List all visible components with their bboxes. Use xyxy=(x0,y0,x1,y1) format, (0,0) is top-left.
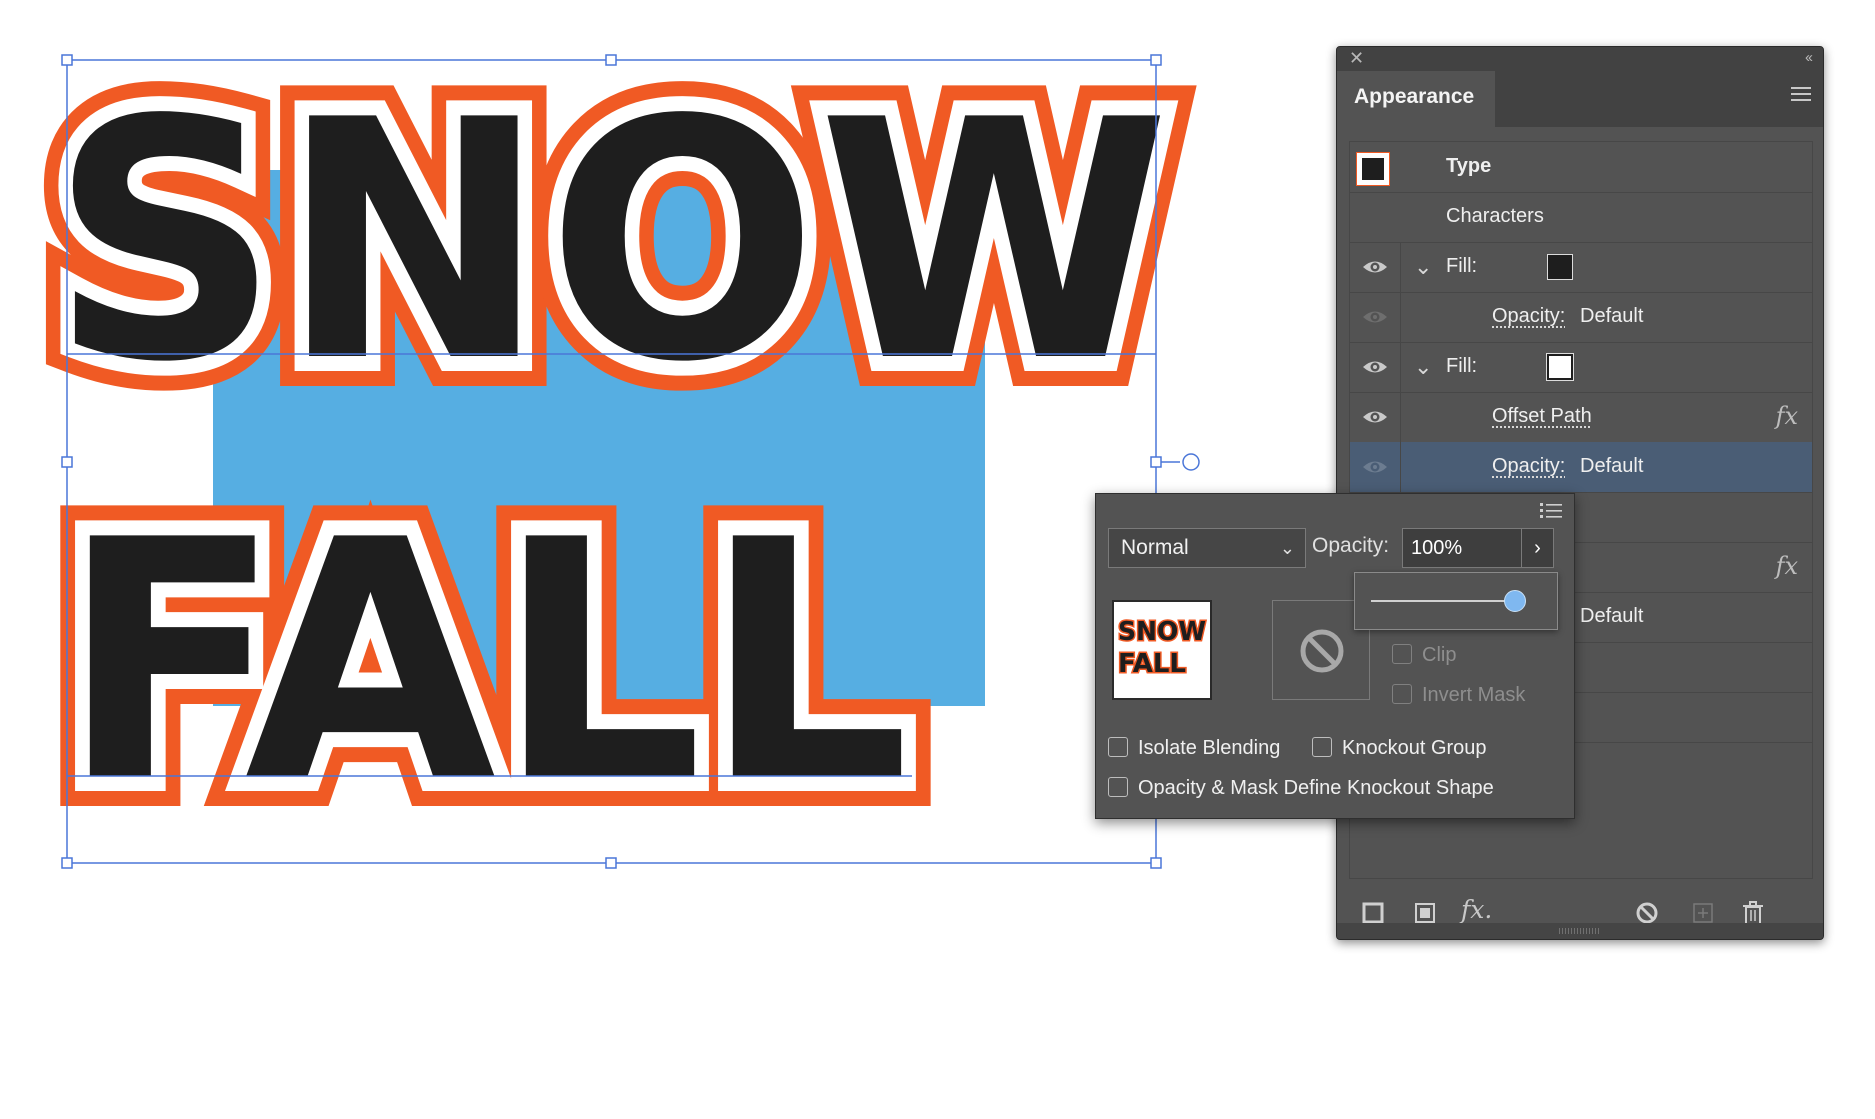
knockout-group-checkbox-row[interactable]: Knockout Group xyxy=(1312,737,1487,760)
chevron-down-icon[interactable]: ⌄ xyxy=(1414,354,1432,380)
chevron-down-icon: ⌄ xyxy=(1279,538,1295,558)
appearance-row-opacity-2-selected[interactable]: Opacity: Default xyxy=(1350,442,1812,493)
appearance-row-characters[interactable]: Characters xyxy=(1350,192,1812,243)
blend-mode-value: Normal xyxy=(1121,536,1189,559)
row-label-fill: Fill: xyxy=(1446,255,1478,277)
offset-path-link[interactable]: Offset Path xyxy=(1492,405,1592,428)
clip-label: Clip xyxy=(1422,644,1457,666)
invert-mask-checkbox[interactable] xyxy=(1392,684,1412,704)
eye-icon-dimmed[interactable] xyxy=(1362,307,1388,327)
invert-mask-label: Invert Mask xyxy=(1422,684,1526,706)
fx-menu-icon[interactable]: fx. xyxy=(1461,895,1492,924)
opacity-value: Default xyxy=(1580,455,1644,477)
eye-icon-dimmed[interactable] xyxy=(1362,457,1388,477)
isolate-blending-label: Isolate Blending xyxy=(1138,737,1281,759)
visibility-toggle[interactable] xyxy=(1350,442,1401,492)
transparency-flyout[interactable]: Normal ⌄ Opacity: 100% › SNOW FALL Clip … xyxy=(1095,493,1575,819)
fx-icon: fx xyxy=(1775,552,1798,580)
visibility-toggle[interactable] xyxy=(1350,392,1401,442)
fx-icon: fx xyxy=(1775,402,1798,430)
appearance-row-opacity-1[interactable]: Opacity: Default xyxy=(1350,292,1812,343)
close-icon[interactable]: ✕ xyxy=(1349,48,1364,69)
isolate-blending-checkbox-row[interactable]: Isolate Blending xyxy=(1108,737,1280,760)
appearance-row-fill-black[interactable]: ⌄ Fill: xyxy=(1350,242,1812,293)
fill-swatch-black[interactable] xyxy=(1547,254,1573,280)
opacity-slider-thumb[interactable] xyxy=(1504,590,1526,612)
opacity-input[interactable]: 100% xyxy=(1402,528,1522,568)
resize-grip-icon[interactable] xyxy=(1559,928,1601,934)
panel-title-bar[interactable]: ✕ ‹‹ xyxy=(1337,47,1823,71)
flyout-menu-icon[interactable] xyxy=(1538,500,1564,520)
artwork-thumbnail[interactable]: SNOW FALL xyxy=(1112,600,1212,700)
artwork-word-snow-inner: SNOW xyxy=(50,50,1170,434)
chevron-down-icon[interactable]: ⌄ xyxy=(1414,254,1432,280)
collapse-panel-icon[interactable]: ‹‹ xyxy=(1805,49,1813,66)
eye-icon[interactable] xyxy=(1362,357,1388,377)
visibility-toggle[interactable] xyxy=(1350,342,1401,392)
opacity-link[interactable]: Opacity: xyxy=(1492,455,1565,478)
opacity-link[interactable]: Opacity: xyxy=(1492,305,1565,328)
no-mask-icon xyxy=(1300,629,1344,673)
panel-resize-bar[interactable] xyxy=(1337,923,1823,939)
knockout-group-checkbox[interactable] xyxy=(1312,737,1332,757)
appearance-row-fill-white[interactable]: ⌄ Fill: xyxy=(1350,342,1812,393)
row-label-type: Type xyxy=(1446,155,1492,177)
opacity-mask-knockout-checkbox-row[interactable]: Opacity & Mask Define Knockout Shape xyxy=(1108,777,1494,800)
opacity-slider-popup[interactable] xyxy=(1354,572,1558,630)
tab-appearance[interactable]: Appearance xyxy=(1337,71,1495,127)
rotate-handle[interactable] xyxy=(1182,453,1200,471)
appearance-row-offset-path[interactable]: Offset Path fx xyxy=(1350,392,1812,443)
eye-icon[interactable] xyxy=(1362,407,1388,427)
visibility-toggle[interactable] xyxy=(1350,242,1401,292)
panel-tab-strip: Appearance xyxy=(1337,71,1823,127)
blend-mode-dropdown[interactable]: Normal ⌄ xyxy=(1108,528,1306,568)
opacity-slider-track[interactable] xyxy=(1371,600,1515,602)
clip-checkbox[interactable] xyxy=(1392,644,1412,664)
opacity-value-partial: Default xyxy=(1580,605,1644,627)
isolate-blending-checkbox[interactable] xyxy=(1108,737,1128,757)
opacity-mask-knockout-checkbox[interactable] xyxy=(1108,777,1128,797)
visibility-toggle[interactable] xyxy=(1350,292,1401,342)
knockout-group-label: Knockout Group xyxy=(1342,737,1487,759)
opacity-value: Default xyxy=(1580,305,1644,327)
appearance-row-type[interactable]: Type xyxy=(1350,142,1812,193)
thumbnail-text-snow: SNOW xyxy=(1118,617,1206,647)
artwork-word-fall-inner: FALL xyxy=(60,470,910,854)
invert-mask-checkbox-row[interactable]: Invert Mask xyxy=(1392,684,1525,707)
opacity-label: Opacity: xyxy=(1312,534,1390,557)
fill-swatch-white[interactable] xyxy=(1546,353,1574,381)
chevron-right-icon[interactable]: › xyxy=(1521,528,1554,568)
type-thumbnail-icon xyxy=(1356,152,1390,186)
opacity-mask-knockout-label: Opacity & Mask Define Knockout Shape xyxy=(1138,777,1494,799)
thumbnail-text-fall: FALL xyxy=(1118,649,1186,679)
clip-checkbox-row[interactable]: Clip xyxy=(1392,644,1456,667)
panel-menu-icon[interactable] xyxy=(1791,83,1811,103)
row-label-fill: Fill: xyxy=(1446,355,1478,377)
row-label-characters: Characters xyxy=(1446,205,1544,227)
eye-icon[interactable] xyxy=(1362,257,1388,277)
